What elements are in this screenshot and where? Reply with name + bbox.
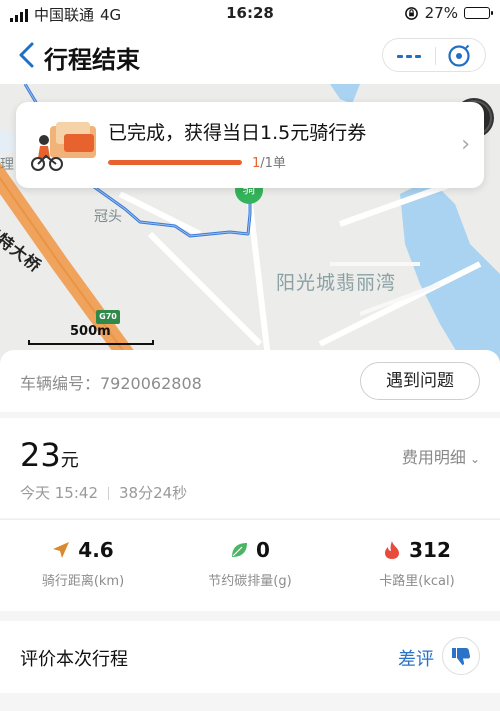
fare-section: 23元 费用明细 ⌄ 今天 15:42 38分24秒 [0,418,500,518]
close-circle-icon [448,44,470,67]
reward-title: 已完成，获得当日1.5元骑行券 [108,122,367,144]
map-label-village: 冠头 [94,209,122,225]
map-scale-bar [28,340,154,345]
stat-calories: 312 卡路里(kcal) [334,538,500,589]
battery-icon [464,7,493,19]
map-scale-text: 500m [70,324,111,339]
trip-duration: 38分24秒 [119,484,188,502]
report-problem-button[interactable]: 遇到问题 [360,362,480,400]
navigation-arrow-icon [53,542,70,558]
thumbs-down-button[interactable] [442,637,480,675]
map-label-edge: 理 [0,157,14,173]
bad-review-button[interactable]: 差评 [398,645,434,671]
stat-calories-label: 卡路里(kcal) [379,574,455,589]
chevron-left-icon [19,42,34,68]
thumbs-down-icon [452,648,471,665]
stat-carbon: 0 节约碳排量(g) [167,538,333,589]
stat-carbon-value: 0 [256,538,270,562]
trip-meta: 今天 15:42 38分24秒 [20,482,187,503]
reward-progress-bar [108,160,242,165]
more-button[interactable] [383,39,435,73]
rotation-lock-icon [404,6,418,20]
reward-card[interactable]: 已完成，获得当日1.5元骑行券 1/1单 › [16,102,484,188]
page-title: 行程结束 [44,46,140,74]
reward-progress-text: 1/1单 [252,152,286,171]
trip-start-time: 今天 15:42 [20,484,98,502]
trip-stats: 4.6 骑行距离(km) 0 节约碳排量(g) 312 卡路里(kcal) [0,519,500,611]
stat-carbon-label: 节约碳排量(g) [208,574,292,589]
ride-map[interactable]: 理 冠头 口特大桥 阳光城翡丽湾 G70 骑 500m 已完成，获得当日1.5元… [0,84,500,374]
close-mini-program-button[interactable] [433,39,485,73]
stat-distance: 4.6 骑行距离(km) [0,538,166,589]
flame-icon [385,541,400,559]
status-bar: 中国联通 4G 16:28 27% [0,0,500,28]
chevron-down-icon: ⌄ [469,452,480,466]
fare-unit: 元 [60,450,79,471]
review-title: 评价本次行程 [20,649,128,670]
status-bar-right: 27% [404,4,493,22]
battery-percent: 27% [424,4,458,22]
mini-program-capsule [382,38,486,72]
stat-calories-value: 312 [409,538,451,562]
nav-bar: 行程结束 [0,28,500,84]
reward-progress-total: /1单 [260,156,286,171]
fare-value: 23 [20,436,61,474]
review-row: 评价本次行程 差评 [0,621,500,693]
back-button[interactable] [14,40,40,70]
fare-detail-label: 费用明细 [401,448,466,467]
vehicle-row: 车辆编号：7920062808 遇到问题 [0,350,500,412]
coupon-illustration-icon [31,122,96,171]
vehicle-number: 车辆编号：7920062808 [20,374,202,393]
chevron-right-icon: › [461,132,470,157]
fare-amount: 23元 [20,436,79,474]
highway-shield: G70 [96,310,120,324]
stat-distance-label: 骑行距离(km) [41,574,125,589]
map-label-community: 阳光城翡丽湾 [276,272,397,294]
reward-progress-fill [108,160,242,165]
leaf-icon [232,543,248,557]
fare-detail-link[interactable]: 费用明细 ⌄ [402,444,480,468]
trip-summary-panel: 车辆编号：7920062808 遇到问题 23元 费用明细 ⌄ 今天 15:42 3… [0,350,500,711]
stat-distance-value: 4.6 [78,538,114,562]
